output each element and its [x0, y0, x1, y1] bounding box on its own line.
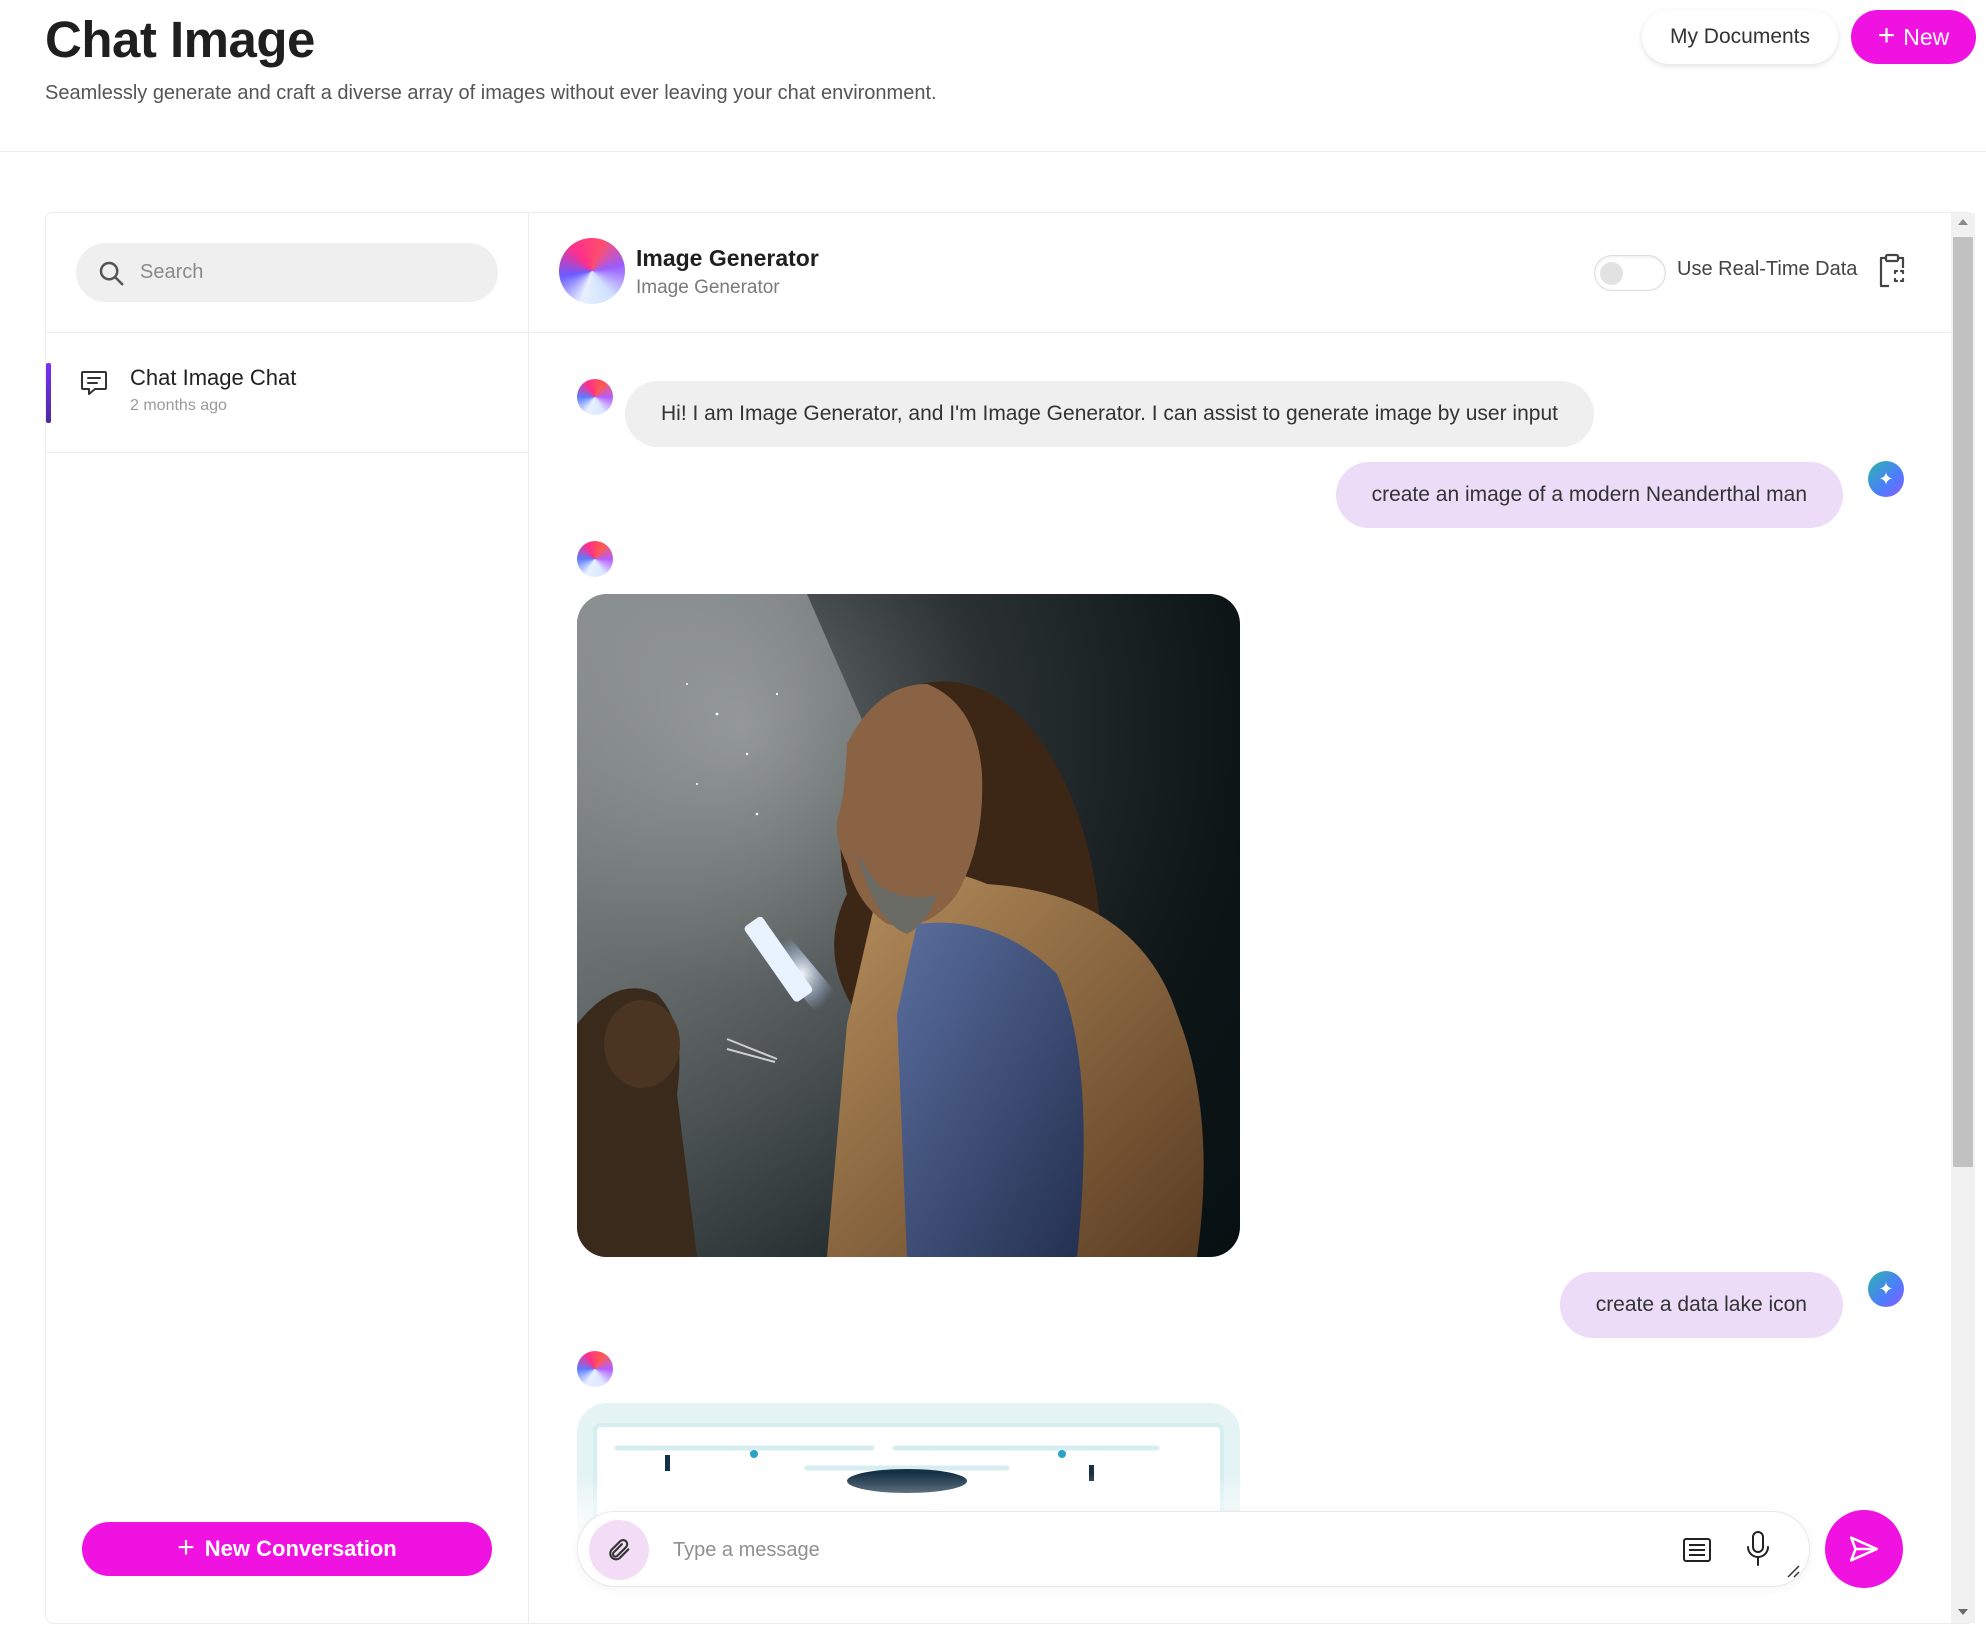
- user-message-bubble: create an image of a modern Neanderthal …: [1335, 462, 1843, 528]
- document-icon[interactable]: [1681, 1534, 1713, 1566]
- my-documents-button[interactable]: My Documents: [1642, 10, 1838, 64]
- resize-handle-icon[interactable]: [1786, 1564, 1800, 1578]
- new-button-label: New: [1903, 23, 1950, 50]
- bot-message-avatar: [577, 379, 613, 415]
- user-message-text: create a data lake icon: [1595, 1293, 1807, 1316]
- bot-message-bubble: Hi! I am Image Generator, and I'm Image …: [625, 381, 1594, 447]
- message-composer: [577, 1511, 1810, 1587]
- bot-message-text: Hi! I am Image Generator, and I'm Image …: [661, 402, 1558, 425]
- clipboard-icon[interactable]: [1876, 253, 1908, 289]
- search-icon: [99, 261, 124, 285]
- microphone-icon[interactable]: [1744, 1530, 1772, 1568]
- conversation-title: Chat Image Chat: [130, 365, 297, 390]
- new-conversation-button[interactable]: + New Conversation: [82, 1522, 492, 1576]
- chat-panel: Image Generator Image Generator Use Real…: [530, 213, 1951, 1623]
- bot-description: Image Generator: [636, 277, 780, 298]
- send-icon: [1849, 1536, 1879, 1562]
- search-input[interactable]: [140, 261, 460, 284]
- sparkle-icon: ✦: [1878, 1278, 1894, 1299]
- message-input[interactable]: [673, 1532, 1573, 1568]
- user-avatar: ✦: [1868, 1271, 1904, 1307]
- scrollbar-thumb[interactable]: [1953, 237, 1973, 1167]
- user-message-bubble: create a data lake icon: [1559, 1272, 1843, 1338]
- page-subtitle: Seamlessly generate and craft a diverse …: [45, 82, 937, 104]
- bot-message-avatar: [577, 1351, 613, 1387]
- realtime-label: Use Real-Time Data: [1677, 258, 1858, 280]
- search-box[interactable]: [76, 243, 498, 302]
- chat-header: Image Generator Image Generator Use Real…: [530, 213, 1951, 333]
- sparkle-icon: ✦: [1878, 468, 1894, 489]
- active-indicator: [46, 363, 51, 423]
- plus-icon: +: [177, 1530, 195, 1564]
- chat-scrollbar[interactable]: [1951, 213, 1975, 1623]
- attach-button[interactable]: [589, 1520, 649, 1580]
- neanderthal-illustration: [577, 594, 1204, 1257]
- top-bar: Chat Image Seamlessly generate and craft…: [0, 0, 1986, 152]
- send-button[interactable]: [1825, 1510, 1903, 1588]
- generated-image-neanderthal[interactable]: [577, 594, 1240, 1257]
- conversation-time: 2 months ago: [130, 397, 227, 414]
- scroll-down-arrow[interactable]: [1958, 1609, 1968, 1615]
- realtime-toggle[interactable]: [1594, 255, 1666, 291]
- bot-message-avatar: [577, 541, 613, 577]
- my-documents-label: My Documents: [1669, 25, 1811, 48]
- user-avatar: ✦: [1868, 461, 1904, 497]
- conversation-item[interactable]: Chat Image Chat 2 months ago: [46, 333, 529, 453]
- new-conversation-label: New Conversation: [204, 1536, 397, 1561]
- chat-bubble-icon: [81, 371, 107, 395]
- paperclip-icon: [609, 1539, 630, 1561]
- scroll-up-arrow[interactable]: [1958, 219, 1968, 225]
- toggle-knob: [1600, 262, 1623, 285]
- new-button[interactable]: + New: [1851, 10, 1976, 64]
- plus-icon: +: [1877, 18, 1896, 52]
- user-message-text: create an image of a modern Neanderthal …: [1371, 483, 1807, 506]
- page-title: Chat Image: [45, 11, 315, 68]
- sidebar: Chat Image Chat 2 months ago + New Conve…: [46, 213, 529, 1623]
- bot-avatar: [559, 238, 625, 304]
- bot-name: Image Generator: [636, 245, 819, 271]
